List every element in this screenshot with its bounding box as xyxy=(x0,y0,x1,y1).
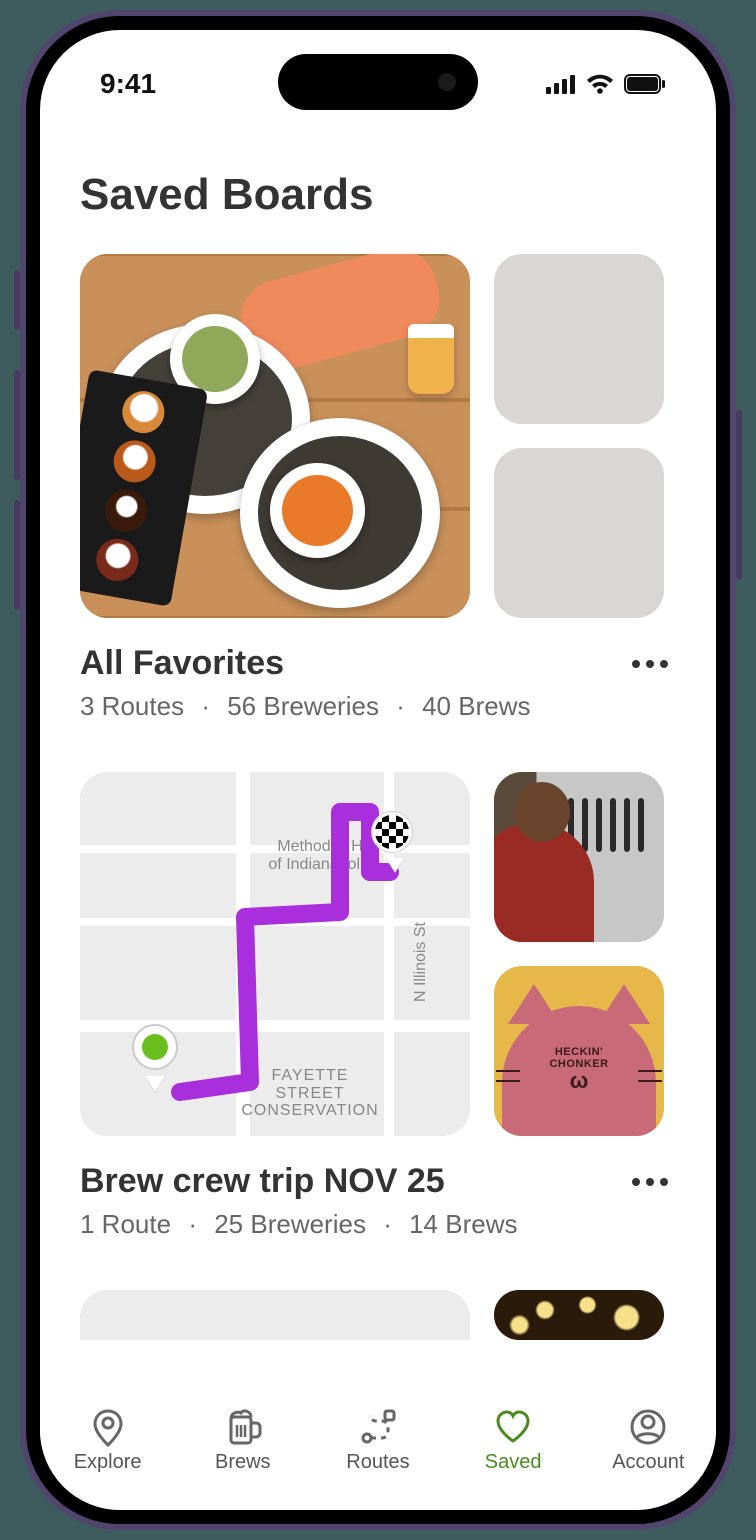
tab-routes[interactable]: Routes xyxy=(323,1407,433,1474)
board-card-brew-crew-trip[interactable]: Methodist H of Indianapolis FAYETTE STRE… xyxy=(80,772,676,1240)
cellular-icon xyxy=(546,74,576,94)
routes-count: 3 Routes xyxy=(80,691,184,721)
board-stats: 3 Routes · 56 Breweries · 40 Brews xyxy=(80,691,676,722)
board-title: All Favorites xyxy=(80,644,284,683)
content-scroll-area[interactable]: Saved Boards xyxy=(40,160,716,1390)
board-card-all-favorites[interactable]: All Favorites 3 Routes · 56 Breweries · … xyxy=(80,254,676,722)
page-title: Saved Boards xyxy=(80,170,676,220)
board-thumbnail-side-1[interactable] xyxy=(494,1290,664,1340)
board-thumbnail-main[interactable] xyxy=(80,1290,470,1340)
board-thumbnails: Methodist H of Indianapolis FAYETTE STRE… xyxy=(80,772,676,1136)
brews-count: 14 Brews xyxy=(409,1209,517,1239)
more-options-button[interactable] xyxy=(624,652,676,676)
board-thumbnail-side-2[interactable] xyxy=(494,448,664,618)
side-button-power xyxy=(736,410,742,580)
breweries-count: 25 Breweries xyxy=(214,1209,366,1239)
beer-mug-icon xyxy=(223,1407,263,1447)
route-map: Methodist H of Indianapolis FAYETTE STRE… xyxy=(80,772,470,1136)
heart-icon xyxy=(493,1407,533,1447)
heckin-chonker-art: HECKIN' CHONKER ω xyxy=(494,966,664,1136)
food-photo xyxy=(80,254,470,618)
breweries-count: 56 Breweries xyxy=(227,691,379,721)
tab-saved[interactable]: Saved xyxy=(458,1407,568,1474)
bartender-photo xyxy=(494,772,664,942)
tab-explore[interactable]: Explore xyxy=(53,1407,163,1474)
chonker-text: HECKIN' CHONKER xyxy=(537,1046,622,1070)
wifi-icon xyxy=(586,74,614,94)
board-title: Brew crew trip NOV 25 xyxy=(80,1162,445,1201)
board-thumbnails xyxy=(80,254,676,618)
battery-icon xyxy=(624,74,666,94)
board-thumbnail-side-2[interactable]: HECKIN' CHONKER ω xyxy=(494,966,664,1136)
board-thumbnail-main[interactable]: Methodist H of Indianapolis FAYETTE STRE… xyxy=(80,772,470,1136)
location-pin-icon xyxy=(88,1407,128,1447)
route-map xyxy=(80,1290,470,1340)
route-end-pin-icon xyxy=(372,812,418,872)
dynamic-island xyxy=(278,54,478,110)
tab-label: Routes xyxy=(346,1451,409,1474)
tab-label: Saved xyxy=(485,1451,542,1474)
string-lights-photo xyxy=(494,1290,664,1340)
board-thumbnails xyxy=(80,1290,676,1340)
status-indicators xyxy=(546,74,666,94)
side-button-volume-up xyxy=(14,370,20,480)
tab-label: Brews xyxy=(215,1451,271,1474)
routes-count: 1 Route xyxy=(80,1209,171,1239)
tab-brews[interactable]: Brews xyxy=(188,1407,298,1474)
board-thumbnail-main[interactable] xyxy=(80,254,470,618)
status-time: 9:41 xyxy=(100,68,156,100)
route-icon xyxy=(358,1407,398,1447)
account-icon xyxy=(628,1407,668,1447)
side-button-silence xyxy=(14,270,20,330)
more-options-button[interactable] xyxy=(624,1170,676,1194)
phone-frame: 9:41 xyxy=(20,10,736,1530)
board-thumbnail-side-1[interactable] xyxy=(494,772,664,942)
board-thumbnail-side-1[interactable] xyxy=(494,254,664,424)
phone-bezel: 9:41 xyxy=(26,16,730,1524)
board-stats: 1 Route · 25 Breweries · 14 Brews xyxy=(80,1209,676,1240)
side-button-volume-down xyxy=(14,500,20,610)
tab-label: Explore xyxy=(74,1451,142,1474)
tab-account[interactable]: Account xyxy=(593,1407,703,1474)
route-start-pin-icon xyxy=(132,1024,178,1084)
tab-label: Account xyxy=(612,1451,684,1474)
brews-count: 40 Brews xyxy=(422,691,530,721)
bottom-tab-bar: Explore Brews xyxy=(40,1390,716,1510)
board-card-peek[interactable] xyxy=(80,1290,676,1340)
screen: 9:41 xyxy=(40,30,716,1510)
